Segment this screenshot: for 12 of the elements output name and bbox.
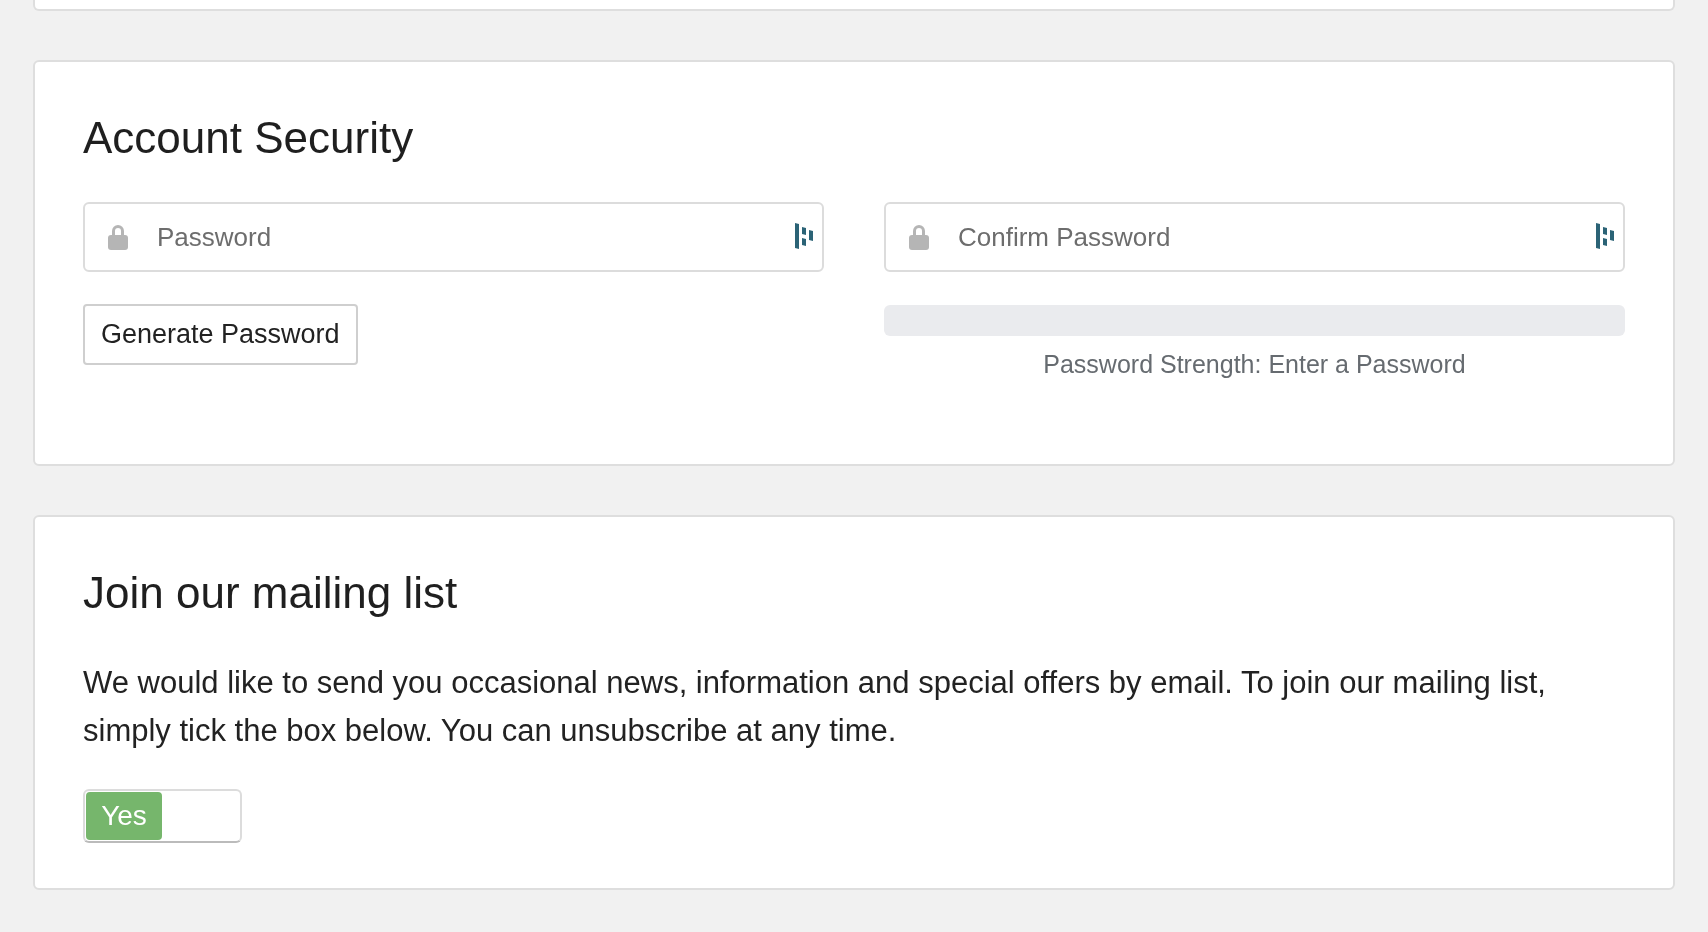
section-title: Join our mailing list	[83, 571, 459, 615]
generate-password-button[interactable]: Generate Password	[83, 304, 358, 365]
vertical-bars-icon[interactable]	[1595, 222, 1615, 250]
password-field[interactable]: Password	[83, 202, 824, 272]
section-title: Account Security	[83, 116, 415, 160]
mailing-list-description: We would like to send you occasional news, information and special offers by email. To join our mailing list, simply tick the box below. You can unsubscribe at any time.	[83, 664, 1547, 750]
lock-icon	[107, 224, 129, 250]
strength-text: Password Strength: Enter a Password	[1042, 349, 1467, 380]
vertical-bars-icon[interactable]	[794, 222, 814, 250]
lock-icon	[908, 224, 930, 250]
toggle-label: Yes	[86, 792, 162, 840]
password-field[interactable]: Confirm Password	[884, 202, 1625, 272]
